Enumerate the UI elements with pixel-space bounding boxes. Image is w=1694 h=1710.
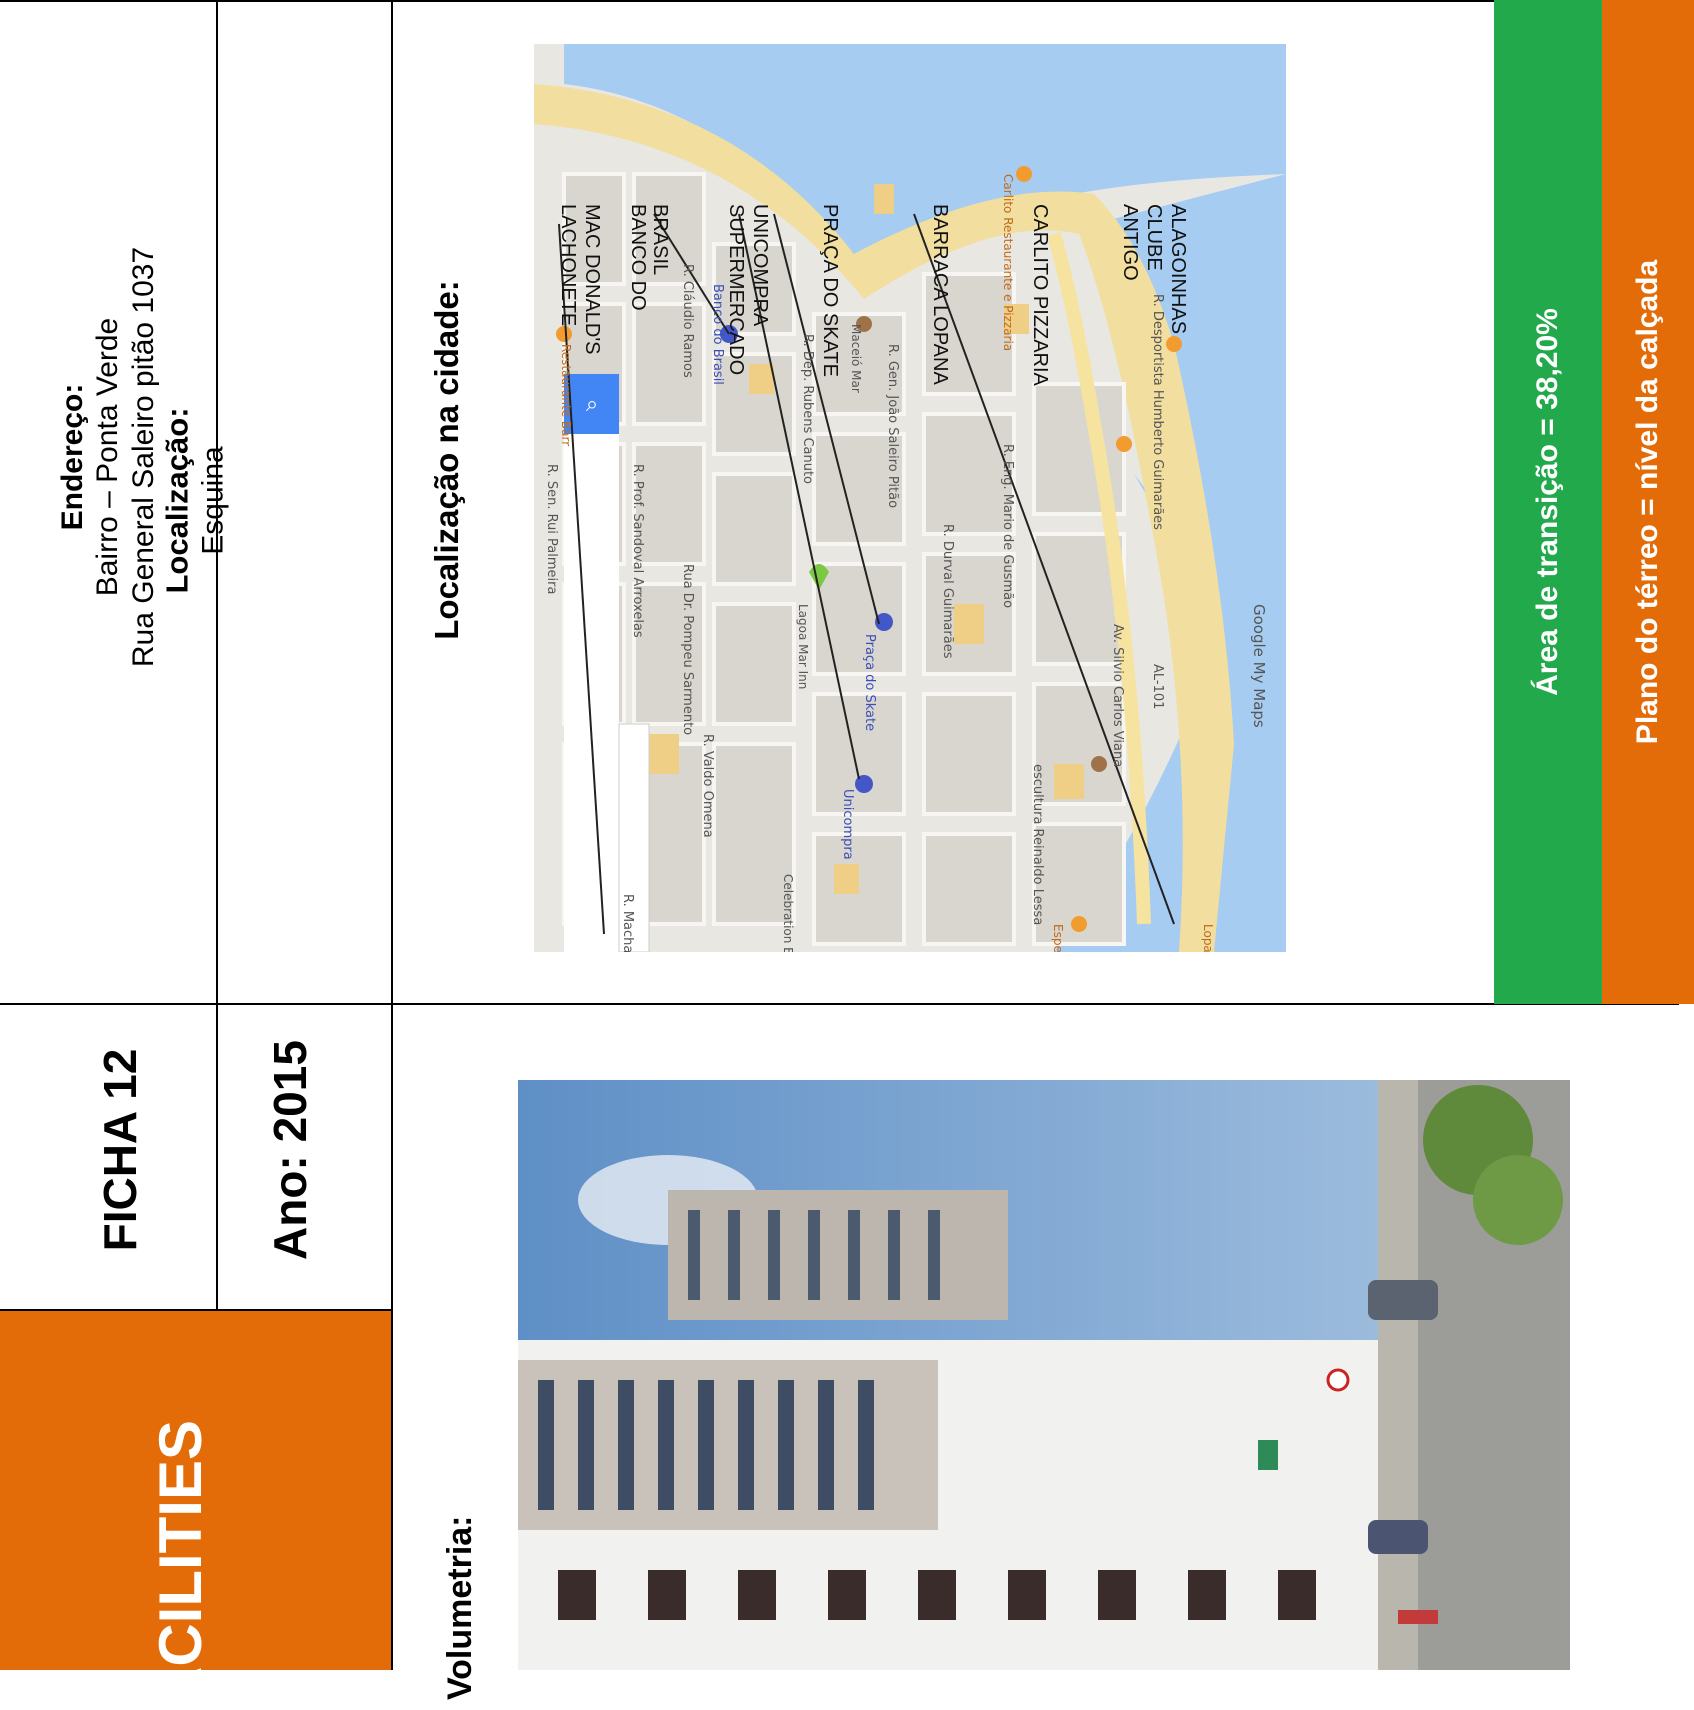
svg-text:Restaurante Barr: Restaurante Barr bbox=[559, 344, 573, 446]
city-map: ⌕ LACHONETE MAC DONALD'S BANCO DO BRASIL bbox=[534, 44, 1286, 952]
volumetria-title: Volumetria: bbox=[430, 1400, 490, 1700]
ficha-label: FICHA 12 bbox=[94, 1048, 146, 1252]
ano-title: Ano: 2015 bbox=[230, 1000, 350, 1300]
svg-text:BRASIL: BRASIL bbox=[649, 204, 671, 275]
svg-text:R. Desportista Humberto Guimar: R. Desportista Humberto Guimarães bbox=[1150, 294, 1165, 530]
svg-text:Av. Silvio Carlos Viana: Av. Silvio Carlos Viana bbox=[1110, 624, 1125, 767]
svg-text:Google My Maps: Google My Maps bbox=[1250, 604, 1268, 728]
svg-text:Lagoa Mar Inn: Lagoa Mar Inn bbox=[796, 604, 810, 689]
svg-text:Espeto Grill: Espeto Grill bbox=[1051, 924, 1065, 952]
volumetria-label: Volumetria: bbox=[440, 1515, 479, 1700]
transicao-label: Área de transição = 38,20% bbox=[1531, 308, 1564, 696]
svg-text:Praça do Skate: Praça do Skate bbox=[862, 634, 877, 731]
svg-text:escultura Reinaldo Lessa: escultura Reinaldo Lessa bbox=[1030, 764, 1045, 925]
ano-label: Ano: 2015 bbox=[264, 1040, 316, 1260]
svg-text:R. Gen. João Saleiro Pitão: R. Gen. João Saleiro Pitão bbox=[885, 344, 900, 508]
map-graphic: ⌕ LACHONETE MAC DONALD'S BANCO DO BRASIL bbox=[534, 44, 1286, 952]
cidade-label-text: Localização na cidade: bbox=[428, 280, 465, 640]
localizacao-label: Localização: bbox=[159, 407, 195, 594]
svg-text:PRAÇA DO SKATE: PRAÇA DO SKATE bbox=[819, 204, 841, 377]
svg-text:Banco do Brasil: Banco do Brasil bbox=[710, 284, 725, 385]
svg-text:UNICOMPRA: UNICOMPRA bbox=[749, 204, 771, 327]
svg-text:R. Eng. Mario de Gusmão: R. Eng. Mario de Gusmão bbox=[1000, 444, 1015, 608]
endereco-label: Endereço: bbox=[55, 383, 89, 531]
svg-text:BANCO DO: BANCO DO bbox=[627, 204, 649, 311]
transicao-text: Área de transição = 38,20% bbox=[1503, 14, 1593, 990]
terreo-label: Plano do térreo = nível da calçada bbox=[1631, 259, 1664, 745]
svg-text:ANTIGO: ANTIGO bbox=[1119, 204, 1141, 281]
svg-text:MAC DONALD'S: MAC DONALD'S bbox=[581, 204, 603, 355]
ficha-title: FICHA 12 bbox=[60, 1000, 180, 1300]
localizacao-block: Localização: Esquina bbox=[108, 156, 283, 846]
svg-text:R. Durval Guimarães: R. Durval Guimarães bbox=[940, 524, 955, 659]
svg-text:LACHONETE: LACHONETE bbox=[557, 204, 579, 326]
svg-text:⌕: ⌕ bbox=[586, 392, 598, 417]
localizacao-value: Esquina bbox=[196, 446, 230, 555]
facilities-title: ACILITIES bbox=[120, 1310, 240, 1710]
building-photo-graphic bbox=[518, 1080, 1570, 1670]
facilities-label: ACILITIES bbox=[146, 1419, 214, 1710]
svg-text:R. Valdo Omena: R. Valdo Omena bbox=[700, 734, 715, 838]
svg-text:CLUBE: CLUBE bbox=[1143, 204, 1165, 271]
divider-col-2 bbox=[391, 0, 393, 1670]
svg-text:Lopana: Lopana bbox=[1201, 924, 1215, 952]
svg-text:Rua Dr. Pompeu Sarmento: Rua Dr. Pompeu Sarmento bbox=[680, 564, 695, 735]
svg-text:Unicompra: Unicompra bbox=[840, 789, 855, 860]
svg-text:R. Dep. Rubens Canuto: R. Dep. Rubens Canuto bbox=[800, 334, 815, 484]
svg-text:R. Sen. Rui Palmeira: R. Sen. Rui Palmeira bbox=[544, 464, 559, 594]
cidade-label: Localização na cidade: bbox=[417, 140, 477, 780]
svg-text:Carlito Restaurante e Pizzaria: Carlito Restaurante e Pizzaria bbox=[1001, 174, 1015, 351]
svg-text:AL-101: AL-101 bbox=[1150, 664, 1165, 709]
facilities-cell-top bbox=[0, 1309, 393, 1311]
terreo-text: Plano do térreo = nível da calçada bbox=[1603, 14, 1693, 990]
svg-text:CARLITO PIZZARIA: CARLITO PIZZARIA bbox=[1029, 204, 1051, 387]
svg-text:ALAGOINHAS: ALAGOINHAS bbox=[1167, 204, 1189, 334]
svg-text:R. Prof. Sandoval Arroxelas: R. Prof. Sandoval Arroxelas bbox=[630, 464, 645, 638]
svg-text:R. Cláudio Ramos: R. Cláudio Ramos bbox=[680, 264, 695, 378]
svg-text:Celebration Entretenimento: Celebration Entretenimento bbox=[781, 874, 795, 952]
divider-row-right bbox=[391, 1003, 1679, 1005]
svg-text:BARRACA LOPANA: BARRACA LOPANA bbox=[929, 204, 951, 385]
svg-text:R. Machado Lemos: R. Machado Lemos bbox=[620, 894, 635, 952]
svg-text:SUPERMERCADO: SUPERMERCADO bbox=[725, 204, 747, 375]
svg-text:Maceió Mar: Maceió Mar bbox=[849, 324, 863, 393]
border-top bbox=[0, 0, 1694, 2]
building-photo bbox=[518, 1080, 1570, 1670]
